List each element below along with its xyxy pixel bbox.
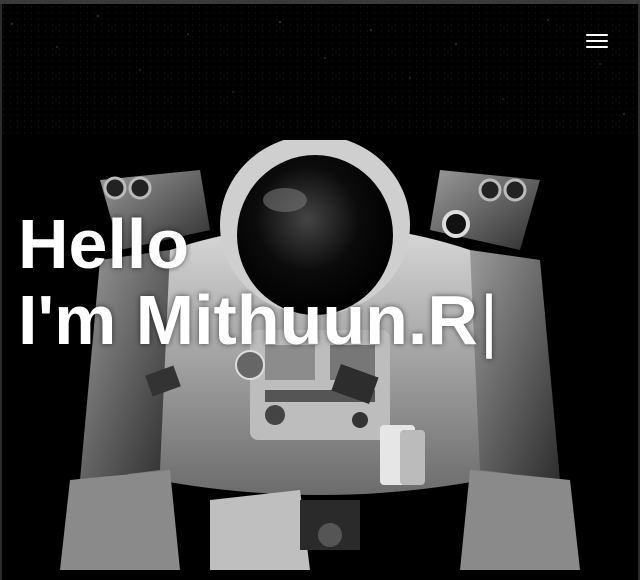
menu-icon-bar: [586, 46, 608, 48]
hero-heading: Hello I'm Mithuun.R|: [18, 206, 498, 358]
typing-cursor: |: [479, 281, 499, 359]
hamburger-menu-button[interactable]: [584, 30, 610, 50]
menu-icon-bar: [586, 40, 608, 42]
page: Hello I'm Mithuun.R|: [0, 0, 640, 580]
hero-name-text: I'm Mithuun.R: [18, 281, 478, 359]
hero-line-greeting: Hello: [18, 205, 190, 283]
menu-icon-bar: [586, 34, 608, 36]
starfield-noise: [0, 4, 640, 134]
hero-line-name: I'm Mithuun.R|: [18, 282, 498, 358]
